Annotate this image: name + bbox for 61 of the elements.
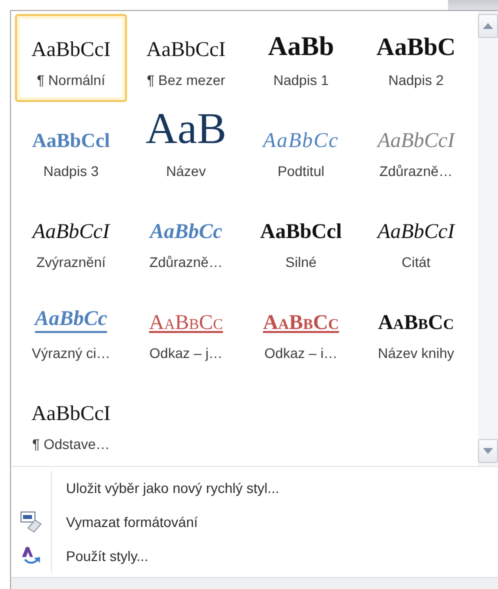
- style-preview: AaBbCcI: [378, 221, 454, 242]
- style-preview: AaBbCcI: [31, 403, 111, 424]
- down-arrow-icon: [483, 448, 493, 454]
- menu-item[interactable]: Použít styly...: [11, 539, 498, 573]
- style-tile[interactable]: AaBbCcI ¶ Bez mezer: [130, 14, 242, 102]
- resize-grip-bar[interactable]: [11, 577, 498, 589]
- style-preview: AaBbC: [376, 35, 456, 60]
- style-name: Výrazný ci…: [32, 345, 110, 361]
- style-name: Zdůrazně…: [149, 254, 223, 270]
- style-tile[interactable]: AaBbCc Podtitul: [245, 105, 357, 193]
- style-preview: AaBb: [268, 33, 334, 60]
- style-tile[interactable]: AaBbCcI Citát: [360, 196, 472, 284]
- style-preview: AaBbCcI: [146, 39, 226, 60]
- style-name: Nadpis 2: [388, 72, 444, 88]
- style-preview: AaBbCcl: [32, 131, 110, 151]
- style-name: Název: [166, 163, 206, 179]
- style-preview: AaBbCc: [262, 312, 339, 333]
- style-tile[interactable]: AaBbCc Odkaz – j…: [130, 287, 242, 375]
- eraser-icon: [20, 511, 42, 533]
- style-tile[interactable]: AaBbCc Výrazný ci…: [15, 287, 127, 375]
- style-preview: AaBbCc: [150, 221, 222, 242]
- style-name: Nadpis 1: [273, 72, 329, 88]
- style-name: Název knihy: [378, 345, 454, 361]
- style-name: ¶ Odstave…: [32, 436, 110, 452]
- style-preview: AaBbCcI: [31, 39, 111, 60]
- style-tile[interactable]: AaBbCc Zdůrazně…: [130, 196, 242, 284]
- style-name: Odkaz – j…: [149, 345, 223, 361]
- style-name: Silné: [285, 254, 317, 270]
- style-tile[interactable]: AaBbCcl Nadpis 3: [15, 105, 127, 193]
- scroll-down-button[interactable]: [478, 439, 498, 463]
- scroll-up-button[interactable]: [478, 14, 498, 38]
- style-preview: AaBbCc: [263, 130, 339, 151]
- ribbon-edge: [448, 0, 498, 10]
- style-tile[interactable]: AaBbCc Odkaz – i…: [245, 287, 357, 375]
- menu-item[interactable]: Vymazat formátování: [11, 505, 498, 539]
- style-preview: AaBbCcI: [378, 130, 454, 151]
- style-tile[interactable]: AaBbCcI ¶ Normální: [15, 14, 127, 102]
- style-tile[interactable]: AaBbCc Název knihy: [360, 287, 472, 375]
- style-name: Zvýraznění: [36, 254, 106, 270]
- menu-item[interactable]: Uložit výběr jako nový rychlý styl...: [11, 471, 498, 505]
- style-preview: AaBbCc: [378, 312, 454, 333]
- style-tile[interactable]: AaBb Nadpis 1: [245, 14, 357, 102]
- style-tile[interactable]: AaBbCcl Silné: [245, 196, 357, 284]
- style-preview: AaBbCc: [34, 308, 108, 333]
- style-name: ¶ Bez mezer: [146, 72, 226, 88]
- style-tile[interactable]: AaBbCcI ¶ Odstave…: [15, 378, 127, 466]
- style-name: Citát: [402, 254, 430, 270]
- style-tile[interactable]: AaB Název: [130, 105, 242, 193]
- style-name: Podtitul: [278, 163, 324, 179]
- style-preview: AaB: [146, 111, 226, 151]
- up-arrow-icon: [483, 23, 493, 29]
- style-tile[interactable]: AaBbCcI Zvýraznění: [15, 196, 127, 284]
- style-preview: AaBbCcl: [260, 221, 342, 242]
- style-name: Odkaz – i…: [264, 345, 338, 361]
- style-preview: AaBbCcI: [32, 221, 110, 242]
- style-name: ¶ Normální: [36, 72, 106, 88]
- style-name: Nadpis 3: [43, 163, 99, 179]
- style-name: Zdůrazně…: [379, 163, 453, 179]
- style-tile[interactable]: AaBbC Nadpis 2: [360, 14, 472, 102]
- style-tile[interactable]: AaBbCcI Zdůrazně…: [360, 105, 472, 193]
- style-preview: AaBbCc: [148, 312, 224, 333]
